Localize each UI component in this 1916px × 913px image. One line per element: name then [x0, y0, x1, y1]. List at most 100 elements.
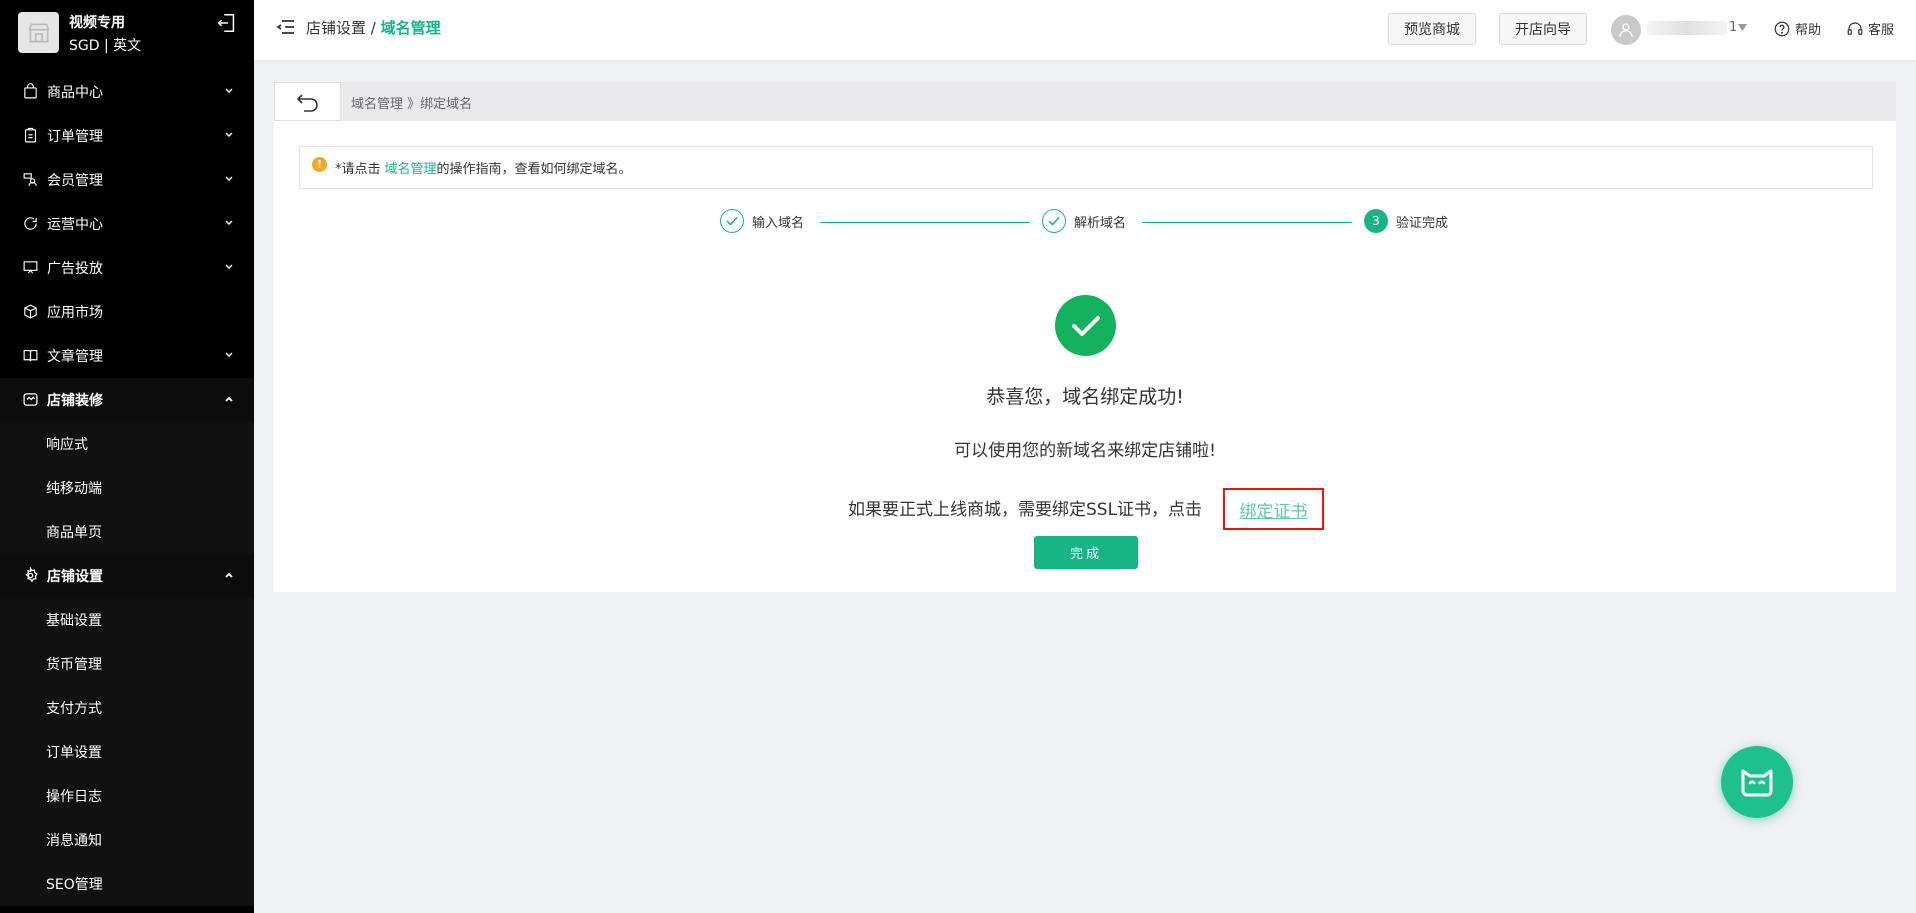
chevron-down-icon: [225, 352, 233, 357]
sidebar-item-members[interactable]: 会员管理: [0, 158, 254, 202]
sidebar-item-articles[interactable]: 文章管理: [0, 334, 254, 378]
sidebar-subitem-basic-settings[interactable]: 基础设置: [0, 598, 254, 642]
chevron-down-icon: [225, 220, 233, 225]
sidebar-item-ads[interactable]: 广告投放: [0, 246, 254, 290]
sidebar-item-label: 订单管理: [47, 129, 103, 145]
sidebar-item-label: 商品中心: [47, 85, 103, 101]
store-guide-button[interactable]: 开店向导: [1499, 13, 1587, 45]
breadcrumb-current: 域名管理: [380, 19, 441, 37]
page-subbar: 域名管理 》绑定域名: [274, 82, 1896, 121]
bind-certificate-link[interactable]: 绑定证书: [1240, 497, 1308, 522]
store-name: 视频专用: [69, 15, 125, 31]
notice-suffix: 的操作指南，查看如何绑定域名。: [436, 162, 632, 177]
members-icon: [22, 171, 40, 189]
sidebar-subitem-currency[interactable]: 货币管理: [0, 642, 254, 686]
sidebar-subitem-notifications[interactable]: 消息通知: [0, 818, 254, 862]
step-resolve-domain: 解析域名: [1042, 209, 1126, 233]
top-header: 店铺设置 / 域名管理 预览商城 开店向导 1 帮助 客服: [254, 0, 1916, 60]
ssl-link-highlight: 绑定证书: [1223, 488, 1324, 530]
sidebar-subitem-responsive[interactable]: 响应式: [0, 422, 254, 466]
decor-icon: [22, 391, 40, 409]
done-button[interactable]: 完成: [1034, 536, 1138, 569]
sidebar-subitem-operation-log[interactable]: 操作日志: [0, 774, 254, 818]
success-title: 恭喜您，域名绑定成功!: [986, 386, 1184, 408]
headset-icon: [1847, 21, 1863, 35]
sidebar-item-app-market[interactable]: 应用市场: [0, 290, 254, 334]
success-check-icon: [1055, 295, 1116, 356]
sidebar-item-operations[interactable]: 运营中心: [0, 202, 254, 246]
sidebar-item-label: 店铺装修: [47, 393, 103, 409]
sidebar-item-label: 会员管理: [47, 173, 103, 189]
store-logo[interactable]: [18, 12, 59, 53]
domain-guide-link[interactable]: 域名管理: [385, 158, 437, 177]
notice-bar: ! *请点击 域名管理 的操作指南，查看如何绑定域名。: [299, 146, 1873, 189]
check-circle-icon: [720, 209, 744, 233]
chevron-up-icon: [225, 572, 233, 578]
sidebar-subitem-seo[interactable]: SEO管理: [0, 862, 254, 906]
warning-icon: !: [312, 157, 327, 172]
breadcrumb-parent[interactable]: 店铺设置 /: [306, 19, 376, 37]
sidebar-subitem-order-settings[interactable]: 订单设置: [0, 730, 254, 774]
sidebar-item-label: 应用市场: [47, 305, 103, 321]
chevron-down-icon: [225, 88, 233, 93]
sub-breadcrumb: 域名管理 》绑定域名: [351, 97, 473, 112]
gear-icon: [22, 567, 40, 585]
cat-bot-icon: [1741, 769, 1773, 797]
help-icon: [1774, 21, 1790, 36]
bag-icon: [22, 83, 40, 101]
customer-service-link[interactable]: 客服: [1846, 19, 1894, 38]
sidebar-item-products[interactable]: 商品中心: [0, 70, 254, 114]
user-name-suffix: 1: [1729, 20, 1738, 35]
success-subtitle: 可以使用您的新域名来绑定店铺啦!: [954, 441, 1216, 461]
step-connector: [820, 222, 1030, 223]
sidebar-subitem-mobile[interactable]: 纯移动端: [0, 466, 254, 510]
chevron-down-icon: [225, 132, 233, 137]
sidebar-item-label: 文章管理: [47, 349, 103, 365]
store-currency-lang: SGD | 英文: [69, 38, 142, 54]
user-name[interactable]: 1: [1647, 20, 1737, 35]
service-label: 客服: [1868, 23, 1895, 38]
notice-prefix: *请点击: [335, 162, 381, 177]
breadcrumb: 店铺设置 / 域名管理: [306, 17, 441, 38]
avatar[interactable]: [1611, 15, 1641, 45]
ssl-instruction: 如果要正式上线商城，需要绑定SSL证书，点击: [848, 500, 1203, 520]
chevron-up-icon: [225, 396, 233, 402]
user-icon: [1619, 23, 1633, 37]
step-label: 验证完成: [1396, 215, 1449, 231]
exit-icon[interactable]: [216, 12, 238, 34]
step-connector: [1142, 222, 1352, 223]
sidebar-item-label: 店铺设置: [47, 569, 103, 585]
refresh-icon: [22, 215, 40, 233]
chat-bot-button[interactable]: [1721, 746, 1793, 818]
store-icon: [27, 22, 50, 43]
progress-steps: 输入域名 解析域名 3 验证完成: [274, 209, 1896, 235]
chevron-down-icon: [225, 264, 233, 269]
sidebar: 视频专用 SGD | 英文 商品中心 订单管理 会员管理 运营中心 广告投放 应…: [0, 0, 254, 913]
book-icon: [22, 347, 40, 365]
preview-store-button[interactable]: 预览商城: [1388, 13, 1476, 45]
caret-down-icon[interactable]: [1738, 24, 1747, 31]
step-enter-domain: 输入域名: [720, 209, 804, 233]
step-verify-complete: 3 验证完成: [1364, 209, 1448, 233]
back-arrow-icon: [296, 93, 318, 112]
sidebar-item-store-decor[interactable]: 店铺装修: [0, 378, 254, 422]
store-header: 视频专用 SGD | 英文: [0, 0, 254, 70]
screen-icon: [22, 259, 40, 277]
menu-collapse-icon[interactable]: [276, 17, 296, 37]
sidebar-subitem-single-product[interactable]: 商品单页: [0, 510, 254, 554]
check-circle-icon: [1042, 209, 1066, 233]
cube-icon: [22, 303, 40, 321]
back-button[interactable]: [274, 82, 341, 121]
chevron-down-icon: [225, 176, 233, 181]
sidebar-item-orders[interactable]: 订单管理: [0, 114, 254, 158]
help-link[interactable]: 帮助: [1773, 19, 1821, 38]
sidebar-item-label: 广告投放: [47, 261, 103, 277]
step-label: 输入域名: [752, 215, 805, 231]
sidebar-item-store-settings[interactable]: 店铺设置: [0, 554, 254, 598]
main-panel: ! *请点击 域名管理 的操作指南，查看如何绑定域名。 输入域名 解析域名 3 …: [274, 121, 1896, 592]
sidebar-subitem-payment[interactable]: 支付方式: [0, 686, 254, 730]
step-label: 解析域名: [1074, 215, 1127, 231]
help-label: 帮助: [1795, 23, 1822, 38]
step-number: 3: [1364, 209, 1388, 233]
clipboard-icon: [22, 127, 40, 145]
